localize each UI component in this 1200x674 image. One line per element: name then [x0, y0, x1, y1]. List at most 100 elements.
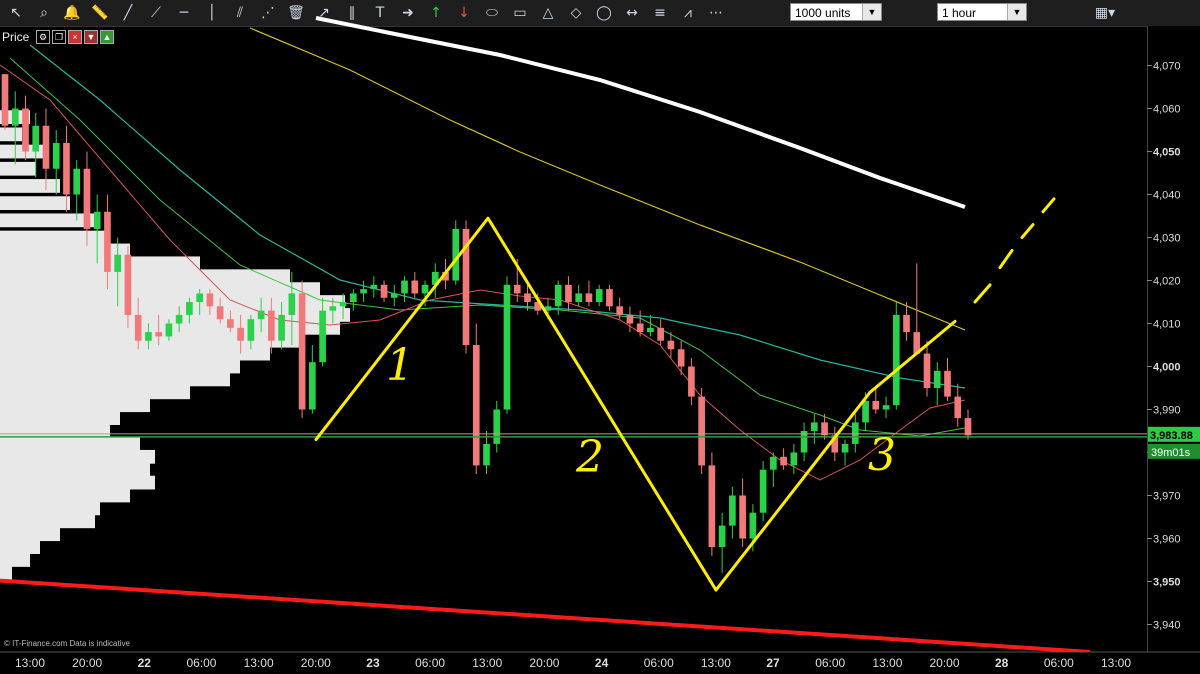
candle-timer-label: 39m01s: [1151, 447, 1191, 459]
candle-body: [227, 319, 234, 328]
x-axis-label: 13:00: [1101, 656, 1131, 670]
candle-body: [759, 469, 767, 513]
volume-profile-bar: [0, 269, 290, 284]
candle-body: [83, 168, 91, 229]
candle-body: [42, 125, 50, 169]
y-axis-label: 4,010: [1153, 319, 1181, 331]
volume-profile-bar: [0, 488, 130, 503]
y-axis-label: 3,940: [1153, 619, 1181, 631]
volume-profile-bar: [0, 372, 230, 387]
footer-disclaimer: © IT-Finance.com Data is indicative: [4, 639, 130, 648]
candle-body: [616, 306, 624, 315]
annotation-label: 1: [386, 340, 414, 391]
candle-body: [278, 314, 285, 341]
volume-profile-bar: [0, 282, 320, 297]
candle-body: [63, 142, 70, 195]
x-axis-label: 22: [138, 656, 152, 670]
volume-profile-bar: [0, 424, 110, 438]
x-axis-label: 28: [995, 656, 1009, 670]
annotation-zigzag: [314, 216, 957, 592]
y-axis-label: 3,990: [1153, 405, 1181, 417]
candle-body: [134, 314, 142, 341]
x-axis-label: 06:00: [815, 656, 845, 670]
candle-body: [319, 310, 326, 363]
candle-body: [647, 327, 654, 333]
candle-body: [575, 293, 583, 303]
projection-dash: [998, 248, 1014, 270]
candle-body: [247, 319, 255, 341]
candle-body: [411, 280, 419, 294]
candle-body: [216, 306, 224, 320]
candle-body: [923, 353, 931, 389]
x-axis-label: 24: [595, 656, 609, 670]
price-chart[interactable]: 1233,9403,9503,9603,9703,9803,9904,0004,…: [0, 0, 1200, 674]
volume-profile-bar: [0, 411, 120, 425]
candle-body: [513, 284, 521, 294]
candle-body: [636, 323, 644, 333]
candle-body: [257, 310, 265, 320]
descending-trend-line: [0, 578, 1091, 654]
candle-body: [606, 289, 613, 307]
candle-body: [329, 306, 337, 311]
candle-body: [503, 284, 511, 410]
candle-body: [933, 370, 941, 389]
y-axis-label: 3,950: [1153, 576, 1181, 588]
candle-body: [288, 293, 296, 315]
candle-body: [811, 422, 818, 432]
candle-body: [1, 74, 9, 126]
y-axis-label: 4,070: [1153, 61, 1181, 73]
candle-body: [483, 443, 490, 466]
y-axis-label: 4,040: [1153, 190, 1181, 202]
candle-body: [32, 125, 40, 152]
projection-dash: [973, 283, 992, 304]
candle-body: [718, 525, 726, 548]
candle-body: [862, 400, 869, 423]
volume-profile-bar: [0, 462, 150, 477]
volume-profile-bar: [0, 256, 200, 271]
candle-body: [708, 465, 716, 548]
candle-body: [237, 327, 244, 341]
candle-body: [790, 452, 798, 466]
y-axis-label: 4,020: [1153, 276, 1181, 288]
volume-profile-bar: [0, 566, 12, 580]
x-axis-label: 23: [366, 656, 380, 670]
candle-body: [175, 314, 183, 324]
volume-profile-bar: [0, 196, 70, 211]
candle-body: [688, 366, 695, 397]
candle-body: [52, 142, 60, 169]
candle-body: [903, 314, 910, 333]
candle-body: [206, 293, 214, 307]
candle-body: [380, 284, 388, 298]
annotation-label: 2: [575, 432, 604, 483]
candle-body: [155, 332, 162, 337]
candle-body: [595, 289, 603, 303]
candle-body: [370, 284, 378, 290]
candle-body: [882, 405, 890, 410]
y-axis-label: 4,030: [1153, 233, 1181, 245]
volume-profile-bar: [0, 398, 150, 413]
x-axis-label: 06:00: [644, 656, 674, 670]
candle-body: [165, 323, 173, 337]
candle-body: [524, 293, 531, 303]
y-axis-label: 3,970: [1153, 491, 1181, 503]
candle-body: [964, 418, 972, 436]
candle-body: [954, 396, 962, 419]
volume-profile-bar: [0, 230, 110, 245]
candle-body: [770, 456, 777, 470]
candle-body: [841, 443, 849, 453]
candle-body: [729, 495, 736, 526]
projection-dash: [1020, 223, 1035, 240]
y-axis-label: 4,000: [1153, 362, 1181, 374]
projection-dash: [1041, 197, 1056, 214]
volume-profile-bar: [0, 527, 60, 542]
volume-profile-bar: [0, 385, 190, 400]
candle-body: [851, 422, 859, 444]
candle-body: [186, 302, 193, 315]
candle-body: [349, 293, 357, 303]
x-axis-label: 13:00: [244, 656, 274, 670]
x-axis-label: 20:00: [529, 656, 559, 670]
candle-body: [657, 327, 664, 341]
volume-profile-bar: [0, 127, 22, 142]
volume-profile-bar: [0, 501, 100, 516]
candle-body: [196, 293, 203, 303]
